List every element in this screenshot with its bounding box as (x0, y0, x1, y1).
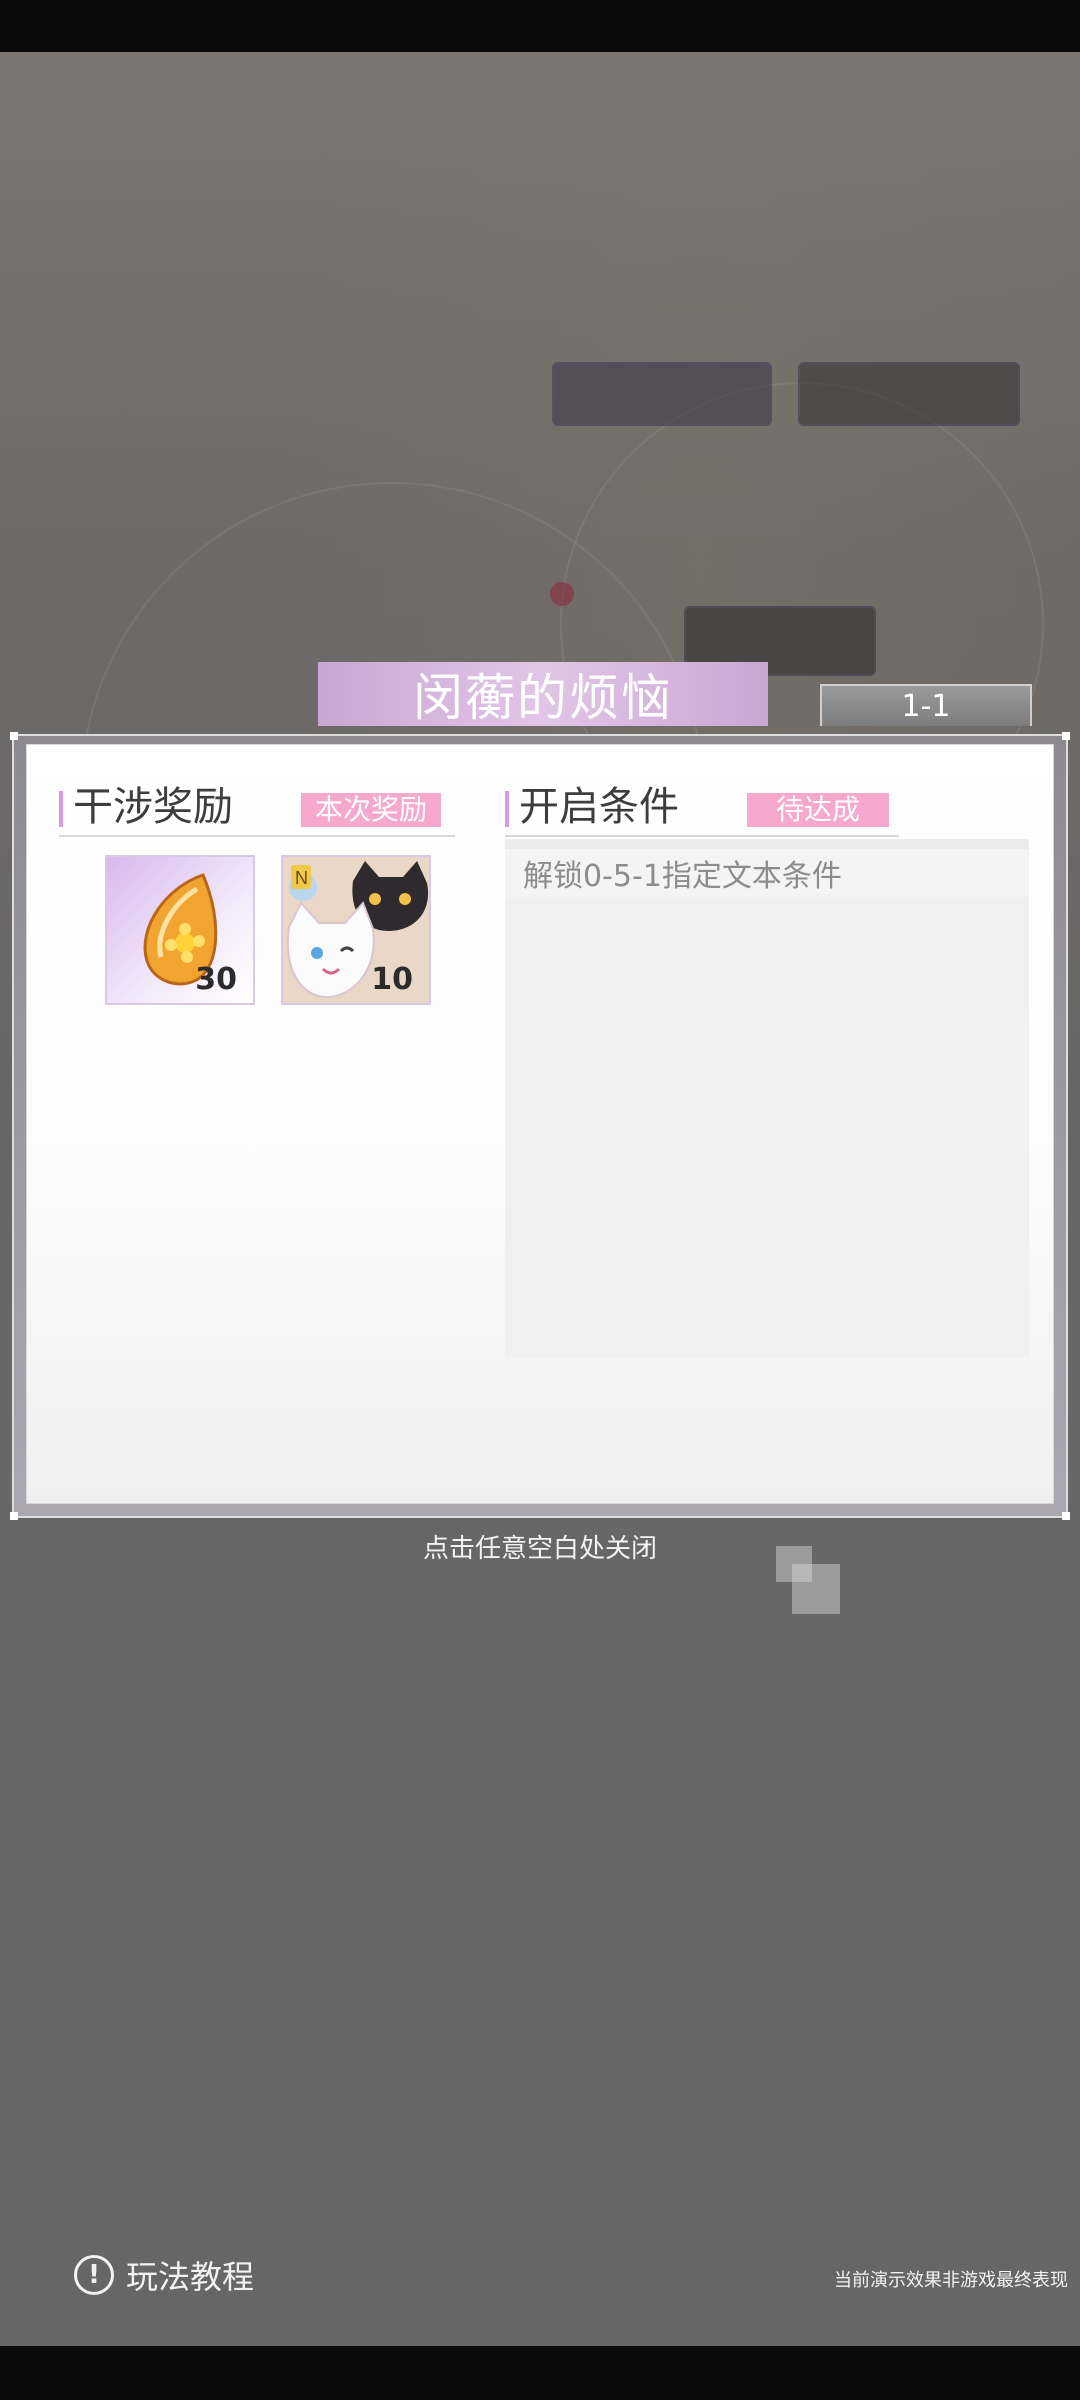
close-hint: 点击任意空白处关闭 (422, 1534, 657, 1564)
conditions-label: 开启条件 (519, 784, 679, 830)
corner-marker (1062, 732, 1070, 740)
section-accent-bar (505, 791, 509, 827)
info-dialog: 干涉奖励 本次奖励 30 N 10 开启条件 待达成 解锁0-5-1指定文本条件 (10, 732, 1070, 1520)
section-accent-bar (59, 791, 63, 827)
stage-number: 1-1 (820, 684, 1032, 726)
corner-marker (10, 1512, 18, 1520)
dialog-title: 闵蘅的烦恼 (318, 662, 768, 727)
background-button (552, 362, 772, 426)
reward-item[interactable]: 30 (105, 855, 255, 1005)
conditions-status-tag: 待达成 (747, 793, 889, 827)
tutorial-label: 玩法教程 (126, 2258, 255, 2296)
rewards-header: 干涉奖励 本次奖励 (59, 783, 455, 837)
background-marker (550, 582, 574, 606)
condition-item: 解锁0-5-1指定文本条件 (505, 839, 1029, 897)
dialog-body: 干涉奖励 本次奖励 30 N 10 开启条件 待达成 解锁0-5-1指定文本条件 (26, 744, 1054, 1504)
conditions-list: 解锁0-5-1指定文本条件 (505, 839, 1029, 1357)
svg-text:N: N (295, 868, 308, 888)
reward-count: 30 (195, 962, 237, 997)
corner-marker (10, 732, 18, 740)
exclamation-circle-icon: ! (74, 2255, 114, 2295)
disclaimer-text: 当前演示效果非游戏最终表现 (834, 2270, 1068, 2291)
decorative-square (792, 1564, 840, 1614)
background-button (798, 362, 1020, 426)
reward-count: 10 (371, 962, 413, 997)
corner-marker (1062, 1512, 1070, 1520)
tutorial-button[interactable]: ! 玩法教程 (74, 2250, 254, 2300)
conditions-header: 开启条件 待达成 (505, 783, 899, 837)
rewards-tag: 本次奖励 (301, 793, 441, 827)
rewards-label: 干涉奖励 (73, 784, 233, 830)
reward-item[interactable]: N 10 (281, 855, 431, 1005)
